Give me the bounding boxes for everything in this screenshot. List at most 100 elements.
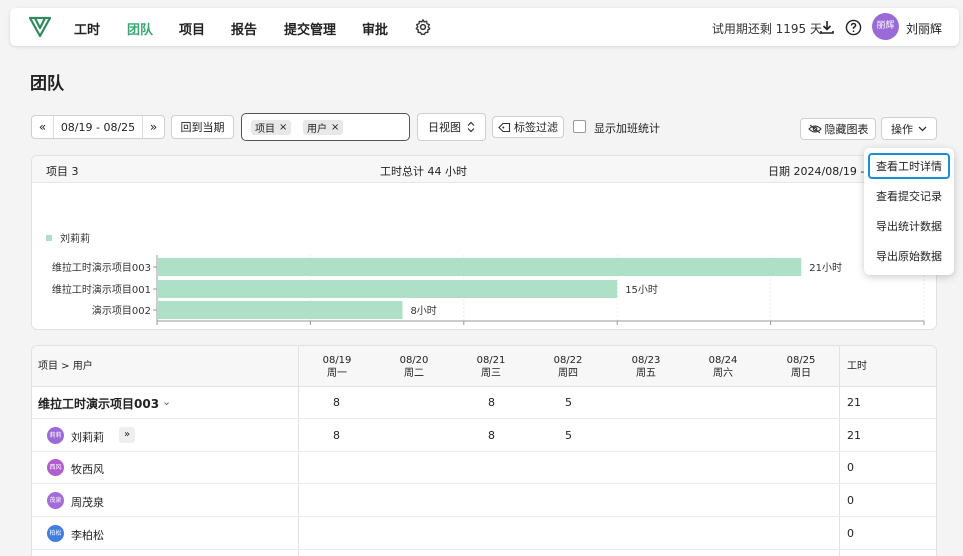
column-day-1: 08/19 周一 bbox=[312, 354, 362, 380]
filter-tag-project: 项目 × bbox=[251, 120, 292, 135]
day-date: 08/23 bbox=[631, 355, 661, 366]
data-label: 21小时 bbox=[809, 262, 842, 274]
filter-input[interactable]: 项目 × 用户 × bbox=[241, 113, 410, 141]
hours-table: 项目 > 用户 08/19 周一 08/20 周二 08/21 周三 08/22 周四 … bbox=[31, 345, 937, 556]
page-title: 团队 bbox=[30, 74, 64, 94]
actions-menu: 查看工时详情 查看提交记录 导出统计数据 导出原始数据 bbox=[864, 148, 954, 275]
avatar[interactable]: 丽辉 bbox=[872, 13, 899, 40]
gear-icon[interactable] bbox=[414, 18, 432, 36]
caret-updown-icon bbox=[467, 121, 475, 133]
actions-label: 操作 bbox=[891, 122, 913, 136]
back-to-current-button[interactable]: 回到当期 bbox=[171, 115, 234, 139]
column-day-7: 08/25 周日 bbox=[776, 354, 826, 380]
total-cell: 21 bbox=[847, 396, 861, 409]
column-day-6: 08/24 周六 bbox=[698, 354, 748, 380]
nav-item-hours[interactable]: 工时 bbox=[74, 19, 100, 38]
day-date: 08/20 bbox=[399, 355, 429, 366]
column-day-5: 08/23 周五 bbox=[621, 354, 671, 380]
user-name: 牧西风 bbox=[71, 463, 104, 476]
tag-filter-button[interactable]: 标签过滤 bbox=[492, 116, 564, 138]
table-row[interactable]: 莉莉 刘莉莉 » 8 8 5 21 bbox=[32, 419, 936, 452]
column-total: 工时 bbox=[847, 361, 867, 372]
user-name: 周茂泉 bbox=[71, 496, 104, 509]
trial-remaining: 试用期还剩 1195 天 bbox=[711, 22, 822, 36]
user-name: 刘莉莉 bbox=[71, 431, 104, 444]
view-select[interactable]: 日视图 bbox=[417, 113, 486, 141]
chart-summary-bar: 项目 3 工时总计 44 小时 日期 2024/08/19 - 2 bbox=[32, 156, 936, 183]
day-weekday: 周日 bbox=[791, 368, 811, 379]
day-date: 08/21 bbox=[476, 355, 506, 366]
user-name[interactable]: 刘丽辉 bbox=[906, 20, 942, 37]
next-week-button[interactable]: » bbox=[142, 116, 164, 138]
hours-bar-chart: 刘莉莉0510152025维拉工时演示项目00321小时维拉工时演示项目0011… bbox=[46, 233, 925, 325]
date-range-text[interactable]: 08/19 - 08/25 bbox=[54, 121, 142, 134]
hours-cell: 8 bbox=[333, 396, 340, 409]
avatar: 西风 bbox=[47, 459, 64, 476]
category-label: 维拉工时演示项目003 bbox=[52, 261, 151, 274]
filter-tag-label: 项目 bbox=[255, 124, 275, 135]
table-row[interactable]: 西风 牧西风 0 bbox=[32, 452, 936, 484]
nav-item-approvals[interactable]: 审批 bbox=[362, 19, 388, 38]
day-weekday: 周六 bbox=[713, 368, 733, 379]
total-cell: 0 bbox=[847, 461, 854, 474]
table-row[interactable]: 柏松 李柏松 0 bbox=[32, 517, 936, 550]
hide-chart-label: 隐藏图表 bbox=[824, 123, 869, 136]
project-name: 维拉工时演示项目003 bbox=[38, 397, 160, 411]
nav-item-team[interactable]: 团队 bbox=[127, 19, 153, 38]
logo-icon[interactable] bbox=[28, 15, 52, 39]
hours-cell: 8 bbox=[488, 396, 495, 409]
close-icon[interactable]: × bbox=[279, 122, 287, 133]
avatar: 莉莉 bbox=[47, 427, 64, 444]
table-row[interactable]: 茂泉 周茂泉 0 bbox=[32, 484, 936, 517]
day-weekday: 周五 bbox=[636, 368, 656, 379]
day-date: 08/25 bbox=[786, 355, 816, 366]
nav-item-submissions[interactable]: 提交管理 bbox=[284, 19, 336, 38]
nav-item-projects[interactable]: 项目 bbox=[179, 19, 205, 38]
category-label: 演示项目002 bbox=[92, 304, 151, 317]
chevron-down-icon[interactable]: ⌄ bbox=[162, 395, 171, 408]
legend-label: 刘莉莉 bbox=[60, 233, 90, 245]
overtime-checkbox[interactable] bbox=[573, 120, 586, 133]
avatar: 柏松 bbox=[47, 525, 64, 542]
eye-off-icon bbox=[807, 124, 822, 134]
chart-card: 项目 3 工时总计 44 小时 日期 2024/08/19 - 2 刘莉莉051… bbox=[31, 155, 937, 330]
overtime-label: 显示加班统计 bbox=[594, 122, 660, 135]
prev-week-button[interactable]: « bbox=[32, 116, 54, 138]
close-icon[interactable]: × bbox=[331, 122, 339, 133]
project-count: 项目 3 bbox=[46, 165, 79, 178]
avatar: 茂泉 bbox=[47, 492, 64, 509]
total-cell: 0 bbox=[847, 494, 854, 507]
nav-item-reports[interactable]: 报告 bbox=[231, 19, 257, 38]
table-header: 项目 > 用户 08/19 周一 08/20 周二 08/21 周三 08/22 周四 … bbox=[32, 346, 936, 387]
bar bbox=[157, 301, 403, 319]
download-icon[interactable] bbox=[819, 19, 835, 35]
help-icon[interactable] bbox=[845, 19, 862, 36]
menu-item-view-submissions[interactable]: 查看提交记录 bbox=[868, 183, 950, 209]
hours-cell: 5 bbox=[565, 429, 572, 442]
total-cell: 21 bbox=[847, 429, 861, 442]
table-row[interactable]: 维拉工时演示项目003 ⌄ 8 8 5 21 bbox=[32, 387, 936, 419]
column-day-3: 08/21 周三 bbox=[466, 354, 516, 380]
day-weekday: 周一 bbox=[327, 368, 347, 379]
day-date: 08/22 bbox=[553, 355, 583, 366]
data-label: 8小时 bbox=[410, 305, 436, 317]
total-hours: 工时总计 44 小时 bbox=[380, 165, 467, 178]
legend-swatch bbox=[46, 235, 52, 241]
tag-icon bbox=[498, 122, 511, 132]
top-nav: 工时 团队 项目 报告 提交管理 审批 试用期还剩 1195 天 丽辉 刘丽辉 bbox=[10, 8, 959, 46]
menu-item-export-raw[interactable]: 导出原始数据 bbox=[868, 243, 950, 269]
filter-tag-user: 用户 × bbox=[303, 120, 344, 135]
date-range-picker: « 08/19 - 08/25 » bbox=[31, 115, 165, 139]
menu-item-view-details[interactable]: 查看工时详情 bbox=[868, 153, 950, 179]
day-weekday: 周四 bbox=[558, 368, 578, 379]
column-project-user: 项目 > 用户 bbox=[38, 361, 93, 372]
hours-cell: 8 bbox=[333, 429, 340, 442]
actions-dropdown-button[interactable]: 操作 bbox=[881, 117, 937, 140]
total-cell: 0 bbox=[847, 527, 854, 540]
expand-user-button[interactable]: » bbox=[119, 427, 135, 443]
hide-chart-button[interactable]: 隐藏图表 bbox=[800, 118, 876, 140]
day-date: 08/19 bbox=[322, 355, 352, 366]
hours-cell: 5 bbox=[565, 396, 572, 409]
chevron-down-icon bbox=[918, 126, 927, 131]
menu-item-export-stats[interactable]: 导出统计数据 bbox=[868, 213, 950, 239]
